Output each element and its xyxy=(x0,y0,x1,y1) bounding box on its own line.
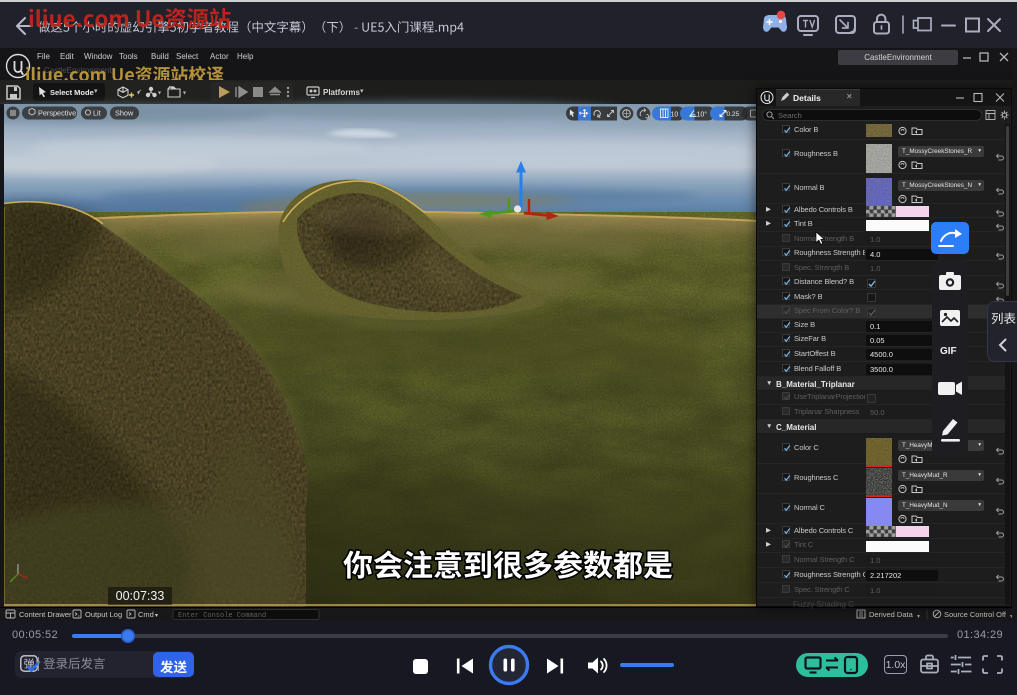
svg-text:Derived Data: Derived Data xyxy=(869,610,914,619)
svg-text:▾: ▾ xyxy=(137,91,140,97)
svg-text:Output Log: Output Log xyxy=(85,610,122,619)
svg-text:Enter Console Command: Enter Console Command xyxy=(178,612,266,620)
svg-text:Source Control Off: Source Control Off xyxy=(944,610,1007,619)
svg-text:Perspective: Perspective xyxy=(38,109,76,118)
svg-text:Content Drawer: Content Drawer xyxy=(19,610,72,619)
svg-text:GIF: GIF xyxy=(940,346,957,357)
svg-text:Cmd: Cmd xyxy=(138,610,154,619)
svg-text:10: 10 xyxy=(671,112,679,119)
svg-text:▾: ▾ xyxy=(155,613,158,619)
svg-text:Show: Show xyxy=(115,109,134,118)
svg-text:▾: ▾ xyxy=(183,91,186,97)
svg-text:Lit: Lit xyxy=(93,109,101,118)
svg-text:10°: 10° xyxy=(697,111,708,119)
svg-text:▾: ▾ xyxy=(917,614,920,620)
svg-text:▾: ▾ xyxy=(158,91,161,97)
svg-text:0.25: 0.25 xyxy=(727,111,740,118)
